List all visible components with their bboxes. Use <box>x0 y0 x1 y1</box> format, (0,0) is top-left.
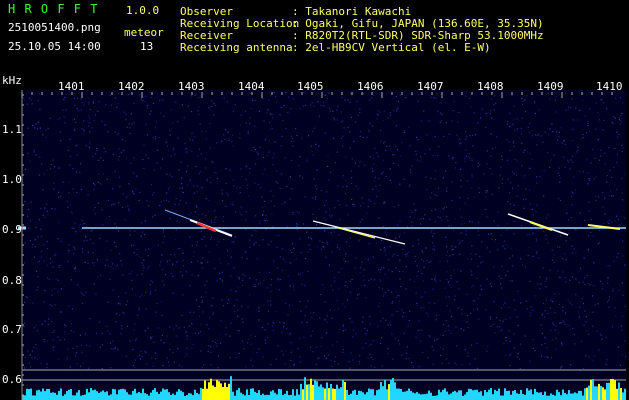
y-tick-label: 0.9 <box>2 223 22 236</box>
time-tick-label: 1405 <box>297 80 324 93</box>
hrofft-window: H R O F F T 1.0.0 2510051400.png meteor … <box>0 0 629 400</box>
spectrogram: kHz 1.1 1.0 0.9 0.8 0.7 0.6 1401 1402 14… <box>2 74 627 400</box>
time-tick-label: 1401 <box>58 80 85 93</box>
y-tick-label: 0.8 <box>2 274 22 287</box>
time-tick-label: 1410 <box>596 80 623 93</box>
time-tick-label: 1406 <box>357 80 384 93</box>
spectrogram-background <box>22 90 626 400</box>
y-tick-label: 1.0 <box>2 173 22 186</box>
time-tick-label: 1408 <box>477 80 504 93</box>
time-tick-label: 1403 <box>178 80 205 93</box>
y-tick-label: 0.6 <box>2 373 22 386</box>
y-axis: kHz 1.1 1.0 0.9 0.8 0.7 0.6 <box>2 74 24 400</box>
y-tick-label: 0.7 <box>2 323 22 336</box>
time-tick-label: 1404 <box>238 80 265 93</box>
y-axis-unit: kHz <box>2 74 22 87</box>
y-tick-label: 1.1 <box>2 123 22 136</box>
time-tick-label: 1407 <box>417 80 444 93</box>
time-tick-label: 1402 <box>118 80 145 93</box>
time-tick-label: 1409 <box>537 80 564 93</box>
